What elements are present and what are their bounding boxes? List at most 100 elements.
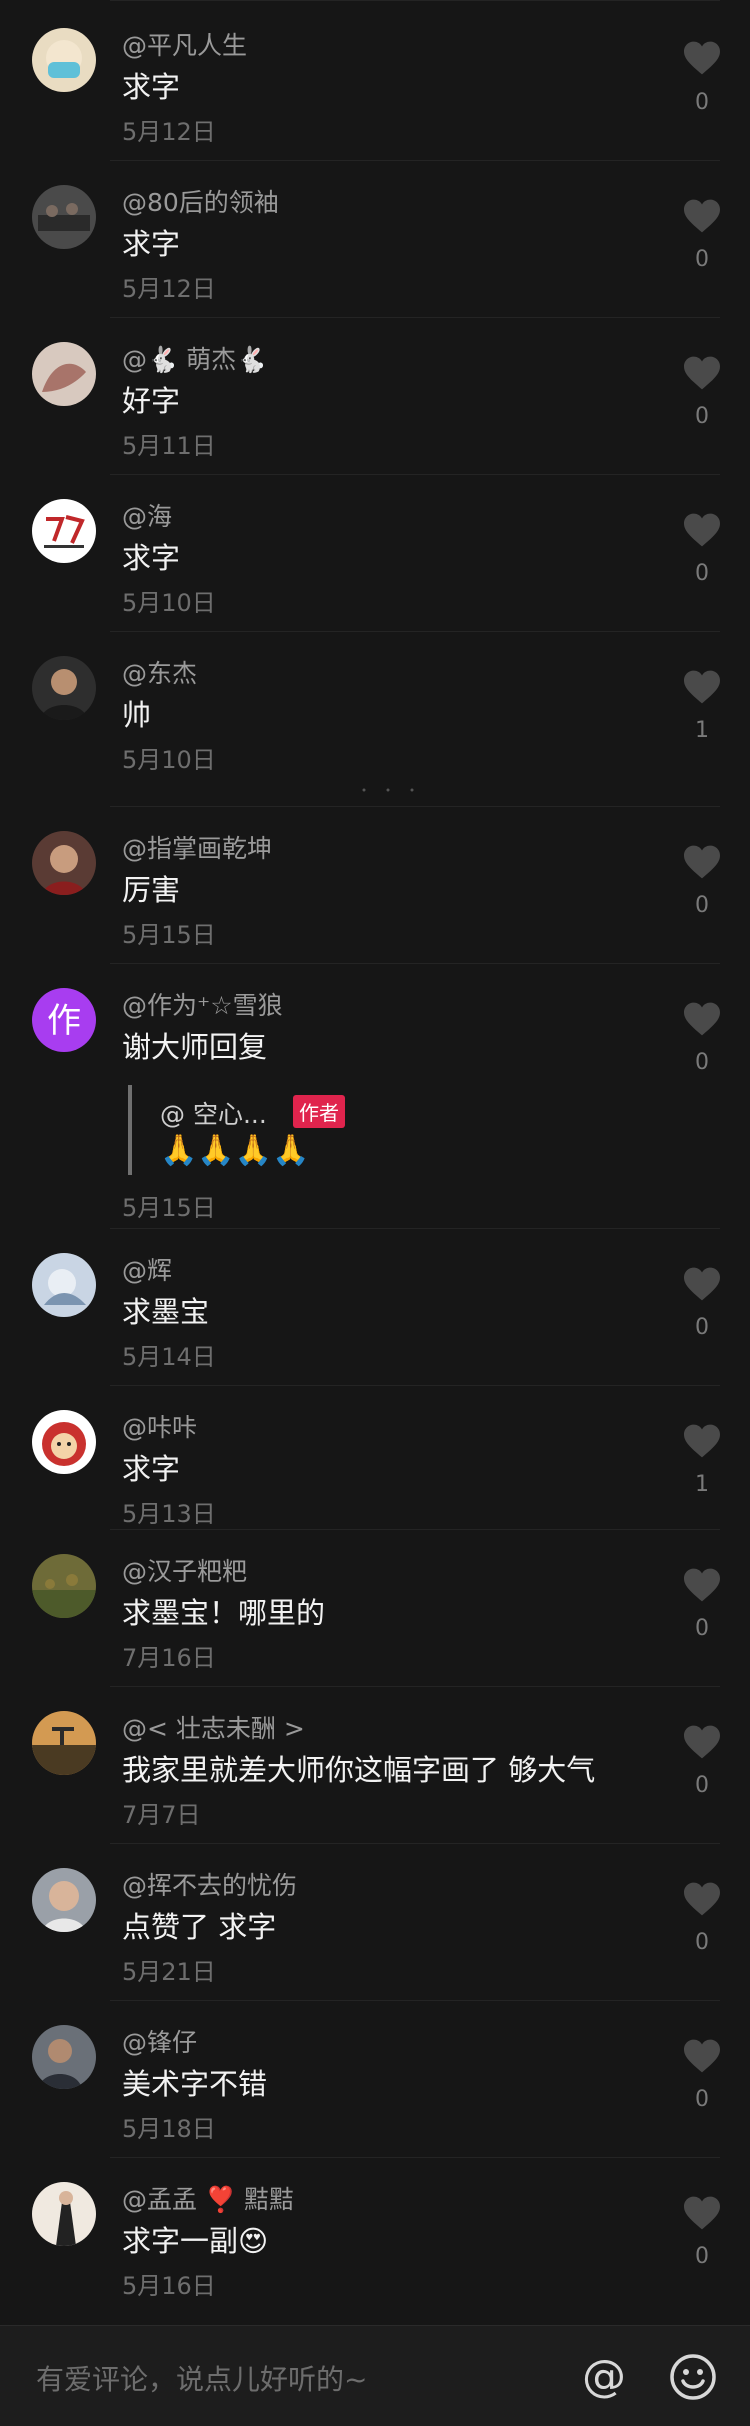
- comment-text[interactable]: 我家里就差大师你这幅字画了 够大气: [122, 1747, 595, 1789]
- avatar[interactable]: [32, 1711, 96, 1775]
- comment-date: 5月18日: [122, 2115, 216, 2143]
- heart-icon[interactable]: [682, 198, 722, 234]
- comment-text[interactable]: 厉害: [122, 867, 180, 909]
- comment-text[interactable]: 求墨宝！哪里的: [122, 1590, 325, 1632]
- comment-text[interactable]: 求字一副😍: [122, 2218, 268, 2260]
- avatar[interactable]: [32, 831, 96, 895]
- comment-username[interactable]: @东杰: [122, 654, 197, 690]
- author-reply[interactable]: @ 空心... 作者 🙏🙏🙏🙏: [128, 1085, 472, 1175]
- heart-icon[interactable]: [682, 1001, 722, 1037]
- comment-username[interactable]: @锋仔: [122, 2023, 197, 2059]
- comment-username[interactable]: @80后的领袖: [122, 183, 279, 219]
- comment-item[interactable]: @平凡人生 求字 5月12日 0: [0, 0, 750, 160]
- comment-input[interactable]: 有爱评论，说点儿好听的~: [36, 2358, 367, 2398]
- comment-date: 5月13日: [122, 1500, 216, 1528]
- heart-icon[interactable]: [682, 40, 722, 76]
- comment-item[interactable]: @🐇 萌杰🐇 好字 5月11日 0: [0, 317, 750, 474]
- comment-text[interactable]: 帅: [122, 692, 151, 734]
- comment-text[interactable]: 谢大师回复: [122, 1024, 267, 1066]
- comment-date: 5月10日: [122, 589, 216, 617]
- comment-username[interactable]: @海: [122, 497, 172, 533]
- comment-text[interactable]: 美术字不错: [122, 2061, 267, 2103]
- at-icon[interactable]: @: [578, 2351, 630, 2403]
- comment-username[interactable]: @孟孟 ❣️ 黠黠: [122, 2180, 294, 2216]
- like-count: 0: [695, 90, 709, 115]
- comment-item[interactable]: @东杰 帅 5月10日 1: [0, 631, 750, 791]
- like-count: 1: [695, 1472, 709, 1497]
- comment-date: 7月7日: [122, 1801, 201, 1829]
- comment-item[interactable]: @锋仔 美术字不错 5月18日 0: [0, 2000, 750, 2157]
- like-count: 0: [695, 2244, 709, 2269]
- comment-item[interactable]: @孟孟 ❣️ 黠黠 求字一副😍 5月16日 0: [0, 2157, 750, 2317]
- like-count: 0: [695, 1930, 709, 1955]
- comment-username[interactable]: @指掌画乾坤: [122, 829, 272, 865]
- comment-text[interactable]: 求字: [122, 1446, 180, 1488]
- comment-text[interactable]: 求字: [122, 535, 180, 577]
- comment-item[interactable]: @海 求字 5月10日 0: [0, 474, 750, 631]
- comment-text[interactable]: 求字: [122, 64, 180, 106]
- heart-icon[interactable]: [682, 1423, 722, 1459]
- comment-date: 5月15日: [122, 921, 216, 949]
- avatar[interactable]: [32, 499, 96, 563]
- avatar[interactable]: [32, 1253, 96, 1317]
- smiley-icon[interactable]: [668, 2352, 718, 2402]
- avatar[interactable]: 作: [32, 988, 96, 1052]
- avatar[interactable]: [32, 1554, 96, 1618]
- comment-username[interactable]: @汉子粑粑: [122, 1552, 247, 1588]
- avatar[interactable]: [32, 342, 96, 406]
- comment-date: 5月12日: [122, 275, 216, 303]
- heart-icon[interactable]: [682, 512, 722, 548]
- heart-icon[interactable]: [682, 355, 722, 391]
- like-count: 0: [695, 1616, 709, 1641]
- comment-date: 7月16日: [122, 1644, 216, 1672]
- avatar[interactable]: [32, 28, 96, 92]
- like-count: 0: [695, 404, 709, 429]
- reply-username[interactable]: @ 空心...: [160, 1095, 267, 1131]
- comment-item[interactable]: @< 壮志未酬 > 我家里就差大师你这幅字画了 够大气 7月7日 0: [0, 1686, 750, 1843]
- comment-text[interactable]: 点赞了 求字: [122, 1904, 276, 1946]
- comment-username[interactable]: @咔咔: [122, 1408, 197, 1444]
- comment-item[interactable]: @挥不去的忧伤 点赞了 求字 5月21日 0: [0, 1843, 750, 2000]
- comment-username[interactable]: @辉: [122, 1251, 172, 1287]
- heart-icon[interactable]: [682, 2195, 722, 2231]
- like-count: 0: [695, 561, 709, 586]
- comment-username[interactable]: @< 壮志未酬 >: [122, 1709, 305, 1745]
- comment-item[interactable]: @咔咔 求字 5月13日 1: [0, 1385, 750, 1529]
- comment-item[interactable]: @80后的领袖 求字 5月12日 0: [0, 160, 750, 317]
- heart-icon[interactable]: [682, 1266, 722, 1302]
- comment-date: 5月14日: [122, 1343, 216, 1371]
- comment-date: 5月11日: [122, 432, 216, 460]
- comment-item[interactable]: 作 @作为⁺☆雪狼 谢大师回复 @ 空心... 作者 🙏🙏🙏🙏 5月15日 0: [0, 963, 750, 1228]
- heart-icon[interactable]: [682, 1881, 722, 1917]
- heart-icon[interactable]: [682, 669, 722, 705]
- fold-indicator: [362, 788, 414, 792]
- comment-date: 5月10日: [122, 746, 216, 774]
- like-count: 0: [695, 893, 709, 918]
- heart-icon[interactable]: [682, 1724, 722, 1760]
- comment-username[interactable]: @平凡人生: [122, 26, 247, 62]
- comment-text[interactable]: 好字: [122, 378, 180, 420]
- avatar[interactable]: [32, 656, 96, 720]
- comment-date: 5月12日: [122, 118, 216, 146]
- comment-text[interactable]: 求字: [122, 221, 180, 263]
- author-badge: 作者: [293, 1095, 345, 1128]
- like-count: 0: [695, 1773, 709, 1798]
- comment-username[interactable]: @🐇 萌杰🐇: [122, 340, 267, 376]
- avatar[interactable]: [32, 2182, 96, 2246]
- comment-date: 5月21日: [122, 1958, 216, 1986]
- avatar[interactable]: [32, 185, 96, 249]
- avatar[interactable]: [32, 1868, 96, 1932]
- comment-username[interactable]: @作为⁺☆雪狼: [122, 986, 283, 1022]
- comment-text[interactable]: 求墨宝: [122, 1289, 209, 1331]
- comment-date: 5月16日: [122, 2272, 216, 2300]
- avatar[interactable]: [32, 1410, 96, 1474]
- avatar[interactable]: [32, 2025, 96, 2089]
- heart-icon[interactable]: [682, 844, 722, 880]
- comment-item[interactable]: @辉 求墨宝 5月14日 0: [0, 1228, 750, 1385]
- comment-item[interactable]: @汉子粑粑 求墨宝！哪里的 7月16日 0: [0, 1529, 750, 1686]
- heart-icon[interactable]: [682, 1567, 722, 1603]
- comment-input-bar: 有爱评论，说点儿好听的~ @: [0, 2325, 750, 2426]
- heart-icon[interactable]: [682, 2038, 722, 2074]
- comment-username[interactable]: @挥不去的忧伤: [122, 1866, 297, 1902]
- comment-item[interactable]: @指掌画乾坤 厉害 5月15日 0: [0, 806, 750, 963]
